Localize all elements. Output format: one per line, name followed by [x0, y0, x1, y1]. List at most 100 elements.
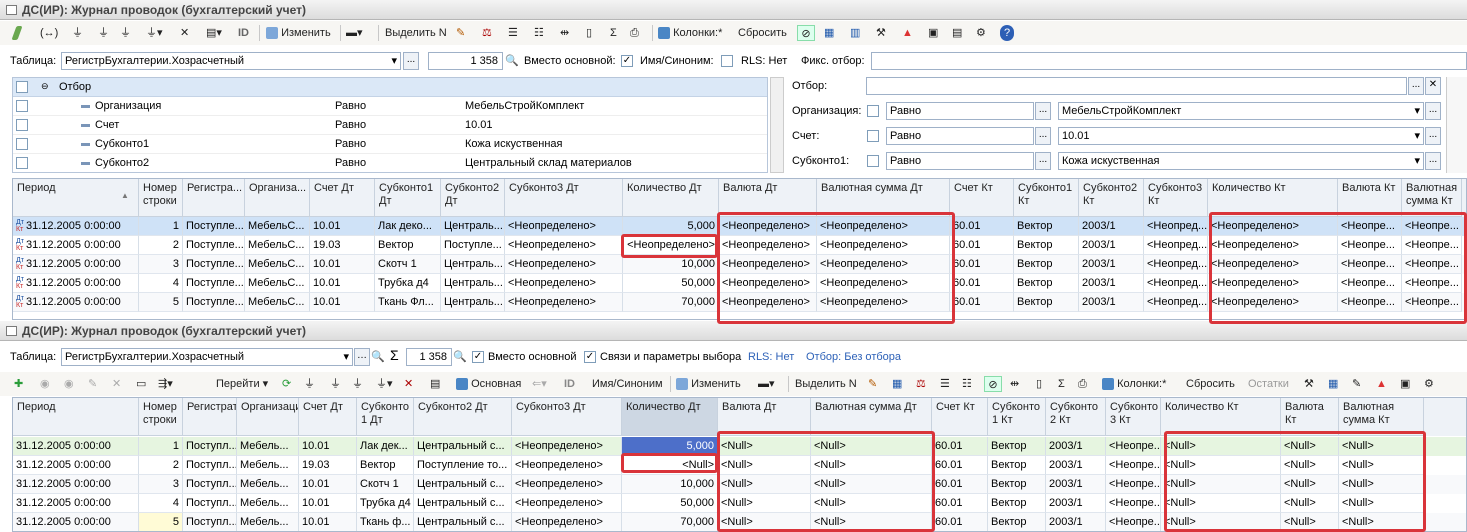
table-cell[interactable]: <Неопределено> [1208, 217, 1338, 236]
column-header[interactable]: Регистра... [183, 179, 245, 217]
table-cell[interactable]: 4 [139, 274, 183, 293]
table-cell[interactable]: 10,000 [622, 475, 718, 494]
account-value-button[interactable]: ... [1425, 127, 1441, 145]
table-cell[interactable]: <Null> [1161, 475, 1281, 494]
bottom-instead-main-checkbox[interactable]: ✓ [472, 351, 484, 363]
table-cell[interactable]: Ткань ф... [357, 513, 414, 531]
filter-clear-icon[interactable]: ⏚ [120, 25, 131, 41]
filter-off-icon[interactable]: ✕ [180, 25, 189, 41]
table-cell[interactable]: Централь... [441, 255, 505, 274]
table-cell[interactable]: 10.01 [310, 217, 375, 236]
table-cell[interactable]: 60.01 [950, 274, 1014, 293]
table-cell[interactable]: Вектор [1014, 274, 1079, 293]
table-cell[interactable]: 4 [139, 494, 183, 513]
column-header[interactable]: Валюта Кт [1338, 179, 1402, 217]
table-cell[interactable]: Вектор [988, 437, 1046, 456]
table-cell[interactable]: <Неопределено> [1208, 236, 1338, 255]
filter-row-checkbox[interactable] [16, 119, 28, 131]
table-row[interactable]: 31.12.2005 0:00:00 3 Поступл... Мебель... 10… [13, 475, 1466, 494]
table-row[interactable]: Дт Кт 31.12.2005 0:00:00 4 Поступле... Мебель… [13, 274, 1466, 293]
account-filter-checkbox[interactable] [867, 130, 879, 142]
table-cell[interactable]: Ткань Фл... [375, 293, 441, 312]
column-header[interactable]: Счет Дт [310, 179, 375, 217]
table-cell[interactable]: Поступл... [183, 494, 237, 513]
table-row[interactable]: 31.12.2005 0:00:00 4 Поступл... Мебель... 10… [13, 494, 1466, 513]
table-cell[interactable]: <Неопре... [1338, 274, 1402, 293]
table-cell[interactable]: <Null> [811, 494, 932, 513]
table-cell[interactable]: Центральный с... [414, 494, 512, 513]
table-cell[interactable]: <Null> [718, 513, 811, 531]
settings-icon[interactable]: ⚙ [1424, 376, 1434, 392]
table-cell[interactable]: <Неопре... [1402, 236, 1462, 255]
table-cell[interactable]: Поступл... [183, 475, 237, 494]
table-cell[interactable]: 19.03 [310, 236, 375, 255]
account-value-field[interactable]: 10.01 ▾ [1058, 127, 1424, 145]
table-cell[interactable]: Поступле... [441, 236, 505, 255]
filter-tree-row[interactable]: Счет Равно 10.01 [13, 116, 767, 135]
table-cell[interactable]: 10.01 [299, 494, 357, 513]
fixed-filter-field[interactable] [871, 52, 1467, 70]
table-cell[interactable]: <Неопределено> [505, 255, 623, 274]
table-cell[interactable]: Вектор [1014, 217, 1079, 236]
table-cell[interactable]: Вектор [1014, 255, 1079, 274]
table-cell[interactable]: <Неопределено> [1208, 293, 1338, 312]
table-cell[interactable]: <Неопределено> [719, 217, 817, 236]
table-cell[interactable]: 10.01 [299, 437, 357, 456]
filter-menu-icon[interactable]: ⏚▾ [376, 376, 393, 392]
table-cell[interactable]: Дт Кт 31.12.2005 0:00:00 [13, 274, 139, 293]
id-icon[interactable]: ID [238, 25, 249, 41]
column-header[interactable]: Субконто2 Дт [441, 179, 505, 217]
table-cell[interactable]: <Null> [622, 456, 718, 475]
table-cell[interactable]: <Неопределено> [719, 293, 817, 312]
table-cell[interactable]: 5 [139, 513, 183, 531]
table-cell[interactable]: <Неопре... [1402, 255, 1462, 274]
bottom-count-search-icon[interactable]: 🔍 [453, 348, 467, 366]
column-header[interactable]: Счет Кт [932, 398, 988, 436]
table-cell[interactable]: <Неопределено> [817, 293, 950, 312]
table-row[interactable]: Дт Кт 31.12.2005 0:00:00 2 Поступле... Мебель… [13, 236, 1466, 255]
table-cell[interactable]: 10.01 [310, 293, 375, 312]
refresh-icon[interactable]: (↔) [40, 25, 58, 41]
table-cell[interactable]: Централь... [441, 274, 505, 293]
column-header[interactable]: Количество Кт [1208, 179, 1338, 217]
table-cell[interactable]: <Неопределено> [719, 236, 817, 255]
table-cell[interactable]: 60.01 [950, 217, 1014, 236]
column-header[interactable]: Валюта Дт [719, 179, 817, 217]
table-cell[interactable]: <Неопределено> [505, 274, 623, 293]
table-cell[interactable]: <Null> [811, 513, 932, 531]
table-cell[interactable]: <Неопре... [1106, 475, 1161, 494]
sum-icon[interactable]: Σ [1058, 376, 1065, 392]
table-cell[interactable]: <Null> [718, 475, 811, 494]
edit-pencil-icon[interactable] [11, 25, 23, 41]
table-cell[interactable]: <Неопределено> [719, 255, 817, 274]
bottom-links-checkbox[interactable]: ✓ [584, 351, 596, 363]
column-header[interactable]: Субконто3 Дт [505, 179, 623, 217]
table-cell[interactable]: 60.01 [950, 293, 1014, 312]
table-cell[interactable]: Вектор [988, 475, 1046, 494]
count-search-icon[interactable]: 🔍 [505, 52, 519, 70]
otbor-field[interactable] [866, 77, 1407, 95]
filter-menu-icon[interactable]: ⏚▾ [146, 25, 163, 41]
table-cell[interactable]: <Неопределено> [817, 255, 950, 274]
group-icon[interactable]: ▬▾ [758, 376, 775, 392]
table-cell[interactable]: <Null> [1281, 513, 1339, 531]
column-icon[interactable]: ▯ [586, 25, 592, 41]
table-cell[interactable]: 5,000 [623, 217, 719, 236]
table-cell[interactable]: 2003/1 [1046, 456, 1106, 475]
table-cell[interactable]: 2003/1 [1046, 494, 1106, 513]
table-cell[interactable]: Дт Кт 31.12.2005 0:00:00 [13, 217, 139, 236]
column-header[interactable]: Субконто2 Кт [1079, 179, 1144, 217]
table-row[interactable]: 31.12.2005 0:00:00 2 Поступл... Мебель... 19… [13, 456, 1466, 475]
column-icon[interactable]: ▯ [1036, 376, 1042, 392]
name-synonym-checkbox[interactable] [721, 55, 733, 67]
collapse-icon[interactable]: ⊖ [41, 81, 49, 92]
table-cell[interactable]: <Null> [1339, 494, 1424, 513]
column-header[interactable]: Субконто1 Кт [1014, 179, 1079, 217]
table-cell[interactable]: <Null> [1161, 456, 1281, 475]
subkonto-cond-field[interactable]: Равно [886, 152, 1034, 170]
instead-main-checkbox[interactable]: ✓ [621, 55, 633, 67]
table-cell[interactable]: <Неопре... [1338, 236, 1402, 255]
table-cell[interactable]: <Неопределено> [505, 293, 623, 312]
column-header[interactable]: Количество Дт [623, 179, 719, 217]
bottom-reset-button[interactable]: Сбросить [1186, 376, 1235, 392]
